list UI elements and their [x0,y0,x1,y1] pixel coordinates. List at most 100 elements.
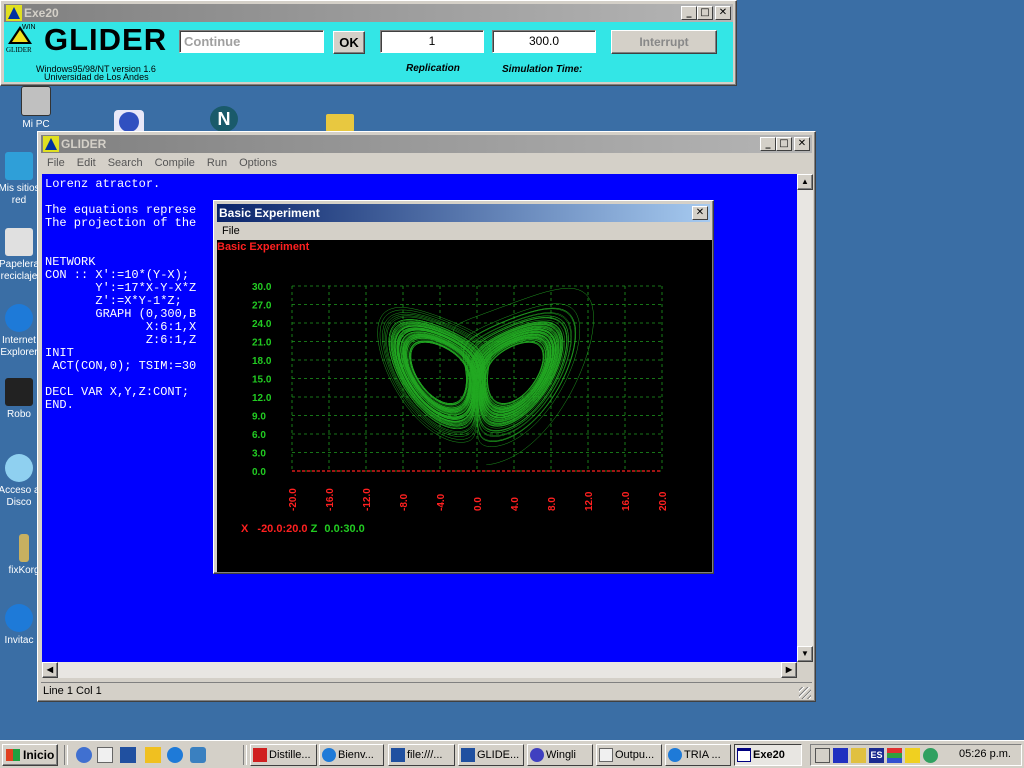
ok-button[interactable]: OK [333,31,365,54]
window-title: GLIDER [61,137,107,151]
flag-icon[interactable] [887,748,902,763]
taskbar-item-label: Outpu... [615,749,655,761]
taskbar-item-tria[interactable]: TRIA ... [665,744,731,766]
menu-file[interactable]: File [217,225,246,237]
start-label: Inicio [23,748,55,762]
experiment-titlebar[interactable]: Basic Experiment ✕ [217,204,710,222]
desktop-icon-label: Robo [7,409,31,420]
y-tick-label: 3.0 [252,449,266,460]
minimize-button[interactable]: _ [760,137,776,151]
menu-edit[interactable]: Edit [71,157,102,169]
desktop-icon-disk[interactable]: Acceso a Disco [0,454,40,509]
exe20-window-controls: _ □ ✕ [681,6,731,20]
lorenz-trajectory [377,287,594,466]
taskbar-item-wingli[interactable]: Wingli [527,744,593,766]
desktop-icon-network[interactable]: Mis sitios red [0,152,40,207]
close-button[interactable]: ✕ [794,137,810,151]
desktop-icon-robo[interactable]: Robo [0,378,40,421]
menu-file[interactable]: File [41,157,71,169]
start-button[interactable]: Inicio [2,744,58,766]
exe20-titlebar[interactable]: Exe20 _ □ ✕ [4,4,733,22]
taskbar-item-bienvenida[interactable]: Bienv... [319,744,384,766]
desktop-icon-label: Invitac [4,635,34,646]
desktop-icon-mi-pc[interactable]: Mi PC [4,86,68,131]
menu-options[interactable]: Options [233,157,283,169]
exe20-body: WIN GLIDER GLIDER Windows95/98/NT versio… [4,22,733,82]
x-tick-label: 8.0 [547,497,558,511]
scroll-down-button[interactable]: ▼ [797,646,813,662]
network-icon[interactable] [923,748,938,763]
scroll-right-button[interactable]: ▶ [781,662,797,678]
footer-z-range: 0.0:30.0 [324,523,365,535]
monitor-icon[interactable] [851,748,866,763]
desktop-icon-top-2[interactable]: N [210,106,242,134]
taskbar-item-file[interactable]: file:///... [388,744,455,766]
desktop-icon-label: Internet Explorer [0,335,38,358]
x-tick-label: 0.0 [473,497,484,511]
minimize-button[interactable]: _ [681,6,697,20]
desktop-icon-recycle[interactable]: Papelera reciclaje [0,228,40,283]
glider-app-icon [6,5,22,21]
acrobat-icon [253,748,267,762]
close-button[interactable]: ✕ [692,206,708,220]
language-indicator[interactable]: ES [869,748,884,763]
editor-menubar: File Edit Search Compile Run Options [41,154,812,172]
y-tick-label: 18.0 [252,356,272,367]
taskbar-item-label: Distille... [269,749,311,761]
code-line: Lorenz atractor. [45,177,161,191]
experiment-menubar: File [217,222,710,240]
quicklaunch-desktop-icon[interactable] [97,747,113,763]
quicklaunch-tool-icon[interactable] [190,747,206,763]
maximize-button[interactable]: □ [697,6,713,20]
code-line: END. [45,398,74,412]
taskbar-item-exe20[interactable]: Exe20 [734,744,802,766]
desktop-icon-invitac[interactable]: Invitac [0,604,40,647]
version-line-2: Universidad de Los Andes [44,72,149,82]
window-title: Exe20 [24,6,59,20]
output-icon [599,748,613,762]
code-text: Lorenz atractor. The equations represe Th… [45,178,196,412]
volume-icon[interactable] [815,748,830,763]
desktop-icon-ie[interactable]: Internet Explorer [0,304,40,359]
close-button[interactable]: ✕ [715,6,731,20]
editor-titlebar[interactable]: GLIDER _ □ ✕ [41,135,812,153]
x-tick-label: 20.0 [658,491,669,511]
horizontal-scrollbar[interactable]: ◀ ▶ [42,662,797,678]
quicklaunch-winamp-icon[interactable] [145,747,161,763]
taskbar-item-label: GLIDE... [477,749,520,761]
ie-icon [322,748,336,762]
media-player-icon[interactable] [833,748,848,763]
command-input[interactable]: Continue [179,30,324,53]
y-tick-label: 24.0 [252,319,272,330]
menu-compile[interactable]: Compile [149,157,201,169]
norton-icon[interactable] [905,748,920,763]
taskbar-item-glider[interactable]: GLIDE... [458,744,524,766]
maximize-button[interactable]: □ [776,137,792,151]
shortcut-icon [5,378,33,406]
app-name: GLIDER [44,22,168,57]
quicklaunch-glider-icon[interactable] [120,747,136,763]
folder-icon [326,114,354,132]
plot-footer: X -20.0:20.0 Z 0.0:30.0 [241,523,365,535]
x-tick-label: -16.0 [325,488,336,511]
menu-search[interactable]: Search [102,157,149,169]
wingli-icon [530,748,544,762]
desktop-icon-label: Mi PC [22,119,50,130]
taskbar-item-output[interactable]: Outpu... [596,744,662,766]
vertical-scrollbar[interactable]: ▲ ▼ [797,174,813,662]
interrupt-button[interactable]: Interrupt [611,30,717,54]
x-tick-label: -12.0 [362,488,373,511]
quicklaunch-ie-icon[interactable] [167,747,183,763]
quicklaunch-outlook-icon[interactable] [76,747,92,763]
x-tick-label: -8.0 [399,493,410,511]
scroll-up-button[interactable]: ▲ [797,174,813,190]
y-tick-label: 9.0 [252,412,266,423]
scroll-left-button[interactable]: ◀ [42,662,58,678]
glider-icon [391,748,405,762]
taskbar-item-distiller[interactable]: Distille... [250,744,317,766]
code-line: ACT(CON,0); TSIM:=30 [45,359,197,373]
resize-grip-icon[interactable] [799,687,811,699]
menu-run[interactable]: Run [201,157,233,169]
glider-logo: WIN GLIDER [6,24,38,56]
replication-label: Replication [406,63,460,74]
